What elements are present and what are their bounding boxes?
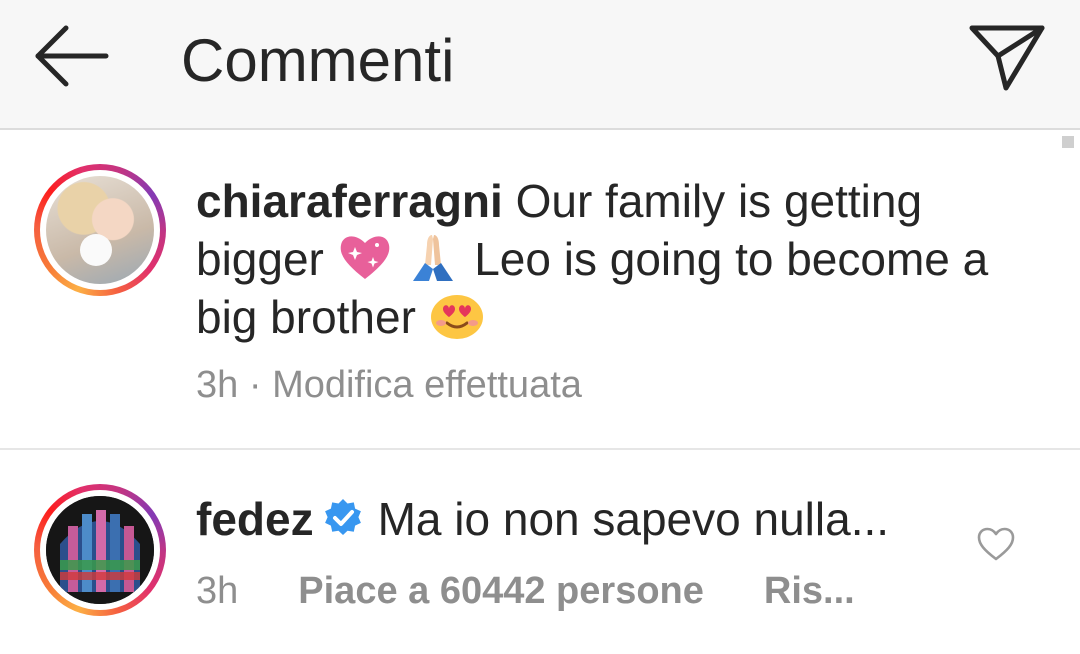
top-bar: Commenti bbox=[0, 0, 1080, 130]
comment-username[interactable]: fedez bbox=[196, 493, 314, 545]
folded-hands-icon bbox=[413, 235, 454, 281]
comment-text: fedez Ma io non sapevo nulla... bbox=[196, 490, 956, 548]
paper-plane-icon bbox=[969, 25, 1045, 91]
share-button[interactable] bbox=[966, 18, 1048, 94]
meta-separator: · bbox=[248, 364, 262, 406]
sparkling-heart-icon bbox=[340, 236, 389, 279]
caption-text: chiaraferragni Our family is getting big… bbox=[196, 172, 1016, 346]
caption-username[interactable]: chiaraferragni bbox=[196, 175, 503, 227]
back-button[interactable] bbox=[28, 20, 114, 92]
face-blur-mark bbox=[80, 234, 112, 266]
likes-count-link[interactable]: Piace a 60442 persone bbox=[298, 570, 704, 613]
divider bbox=[0, 448, 1080, 450]
avatar-fedez[interactable] bbox=[34, 484, 166, 616]
comment-body: Ma io non sapevo nulla... bbox=[377, 493, 890, 545]
reply-button[interactable]: Ris... bbox=[764, 570, 855, 613]
heart-icon[interactable] bbox=[976, 526, 1016, 562]
edited-label: Modifica effettuata bbox=[272, 364, 582, 406]
comment-time: 3h bbox=[196, 570, 239, 612]
avatar-photo bbox=[46, 496, 154, 604]
avatar-photo bbox=[46, 176, 154, 284]
avatar-image bbox=[46, 496, 154, 604]
comment-meta: 3h Piace a 60442 persone Ris... bbox=[196, 570, 855, 613]
page-title: Commenti bbox=[181, 27, 455, 94]
arrow-left-icon bbox=[35, 25, 109, 87]
scroll-indicator[interactable] bbox=[1062, 136, 1074, 148]
caption-meta: 3h · Modifica effettuata bbox=[196, 364, 582, 407]
verified-badge-icon bbox=[324, 499, 361, 535]
heart-eyes-icon bbox=[430, 295, 483, 339]
caption-time: 3h bbox=[196, 364, 239, 406]
avatar-chiaraferragni[interactable] bbox=[34, 164, 166, 296]
